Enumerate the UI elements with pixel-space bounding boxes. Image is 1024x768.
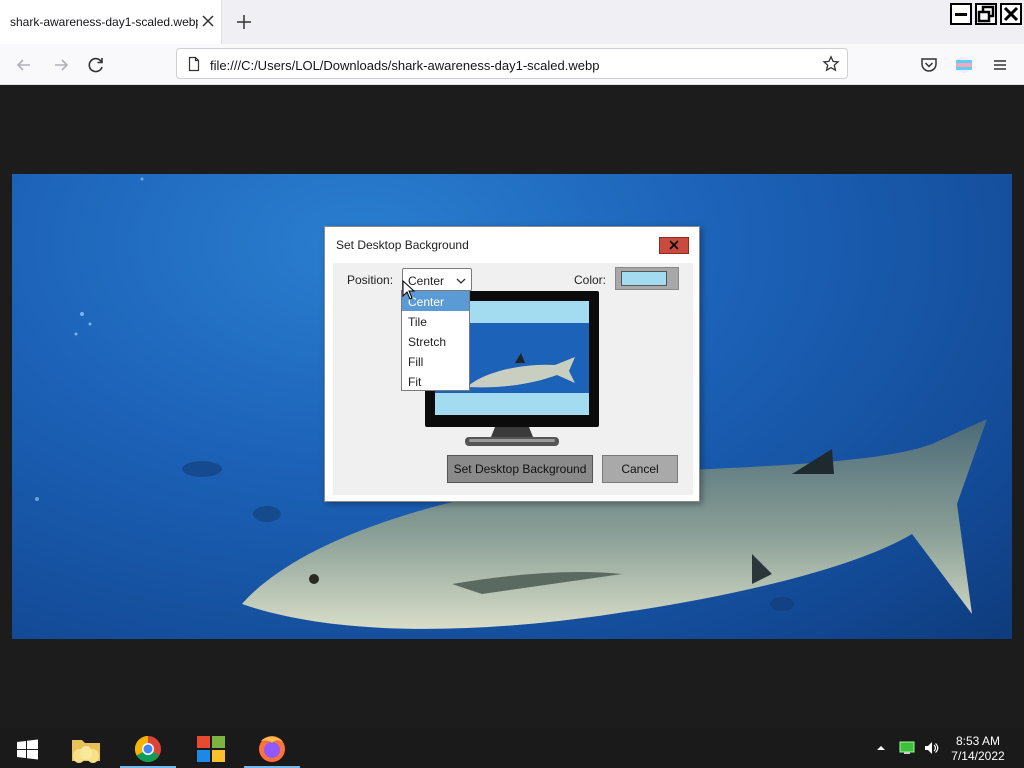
close-icon — [1003, 6, 1019, 22]
menu-icon[interactable] — [989, 54, 1011, 76]
chrome-button[interactable] — [120, 730, 176, 768]
set-desktop-background-dialog: Set Desktop Background Position: Center … — [324, 226, 700, 502]
system-clock[interactable]: 8:53 AM 7/14/2022 — [940, 734, 1016, 764]
set-desktop-background-button[interactable]: Set Desktop Background — [447, 455, 593, 483]
position-label: Position: — [347, 273, 394, 287]
volume-icon[interactable] — [923, 740, 939, 756]
option-fill[interactable]: Fill — [402, 351, 469, 371]
show-hidden-icons-icon[interactable] — [873, 740, 889, 756]
new-tab-icon[interactable] — [234, 12, 254, 32]
back-icon[interactable] — [13, 54, 35, 76]
file-explorer-button[interactable] — [58, 730, 114, 768]
start-icon — [17, 739, 38, 760]
tab-close-icon[interactable] — [200, 13, 216, 29]
chrome-icon — [134, 735, 161, 763]
url-bar[interactable]: file:///C:/Users/LOL/Downloads/shark-awa… — [176, 48, 848, 79]
pocket-icon[interactable] — [918, 54, 940, 76]
chevron-down-icon — [456, 278, 466, 284]
start-button[interactable] — [0, 730, 56, 768]
close-window-button[interactable] — [1000, 3, 1022, 25]
position-dropdown-list: Center Tile Stretch Fill Fit — [401, 290, 470, 391]
url-text: file:///C:/Users/LOL/Downloads/shark-awa… — [210, 58, 600, 73]
network-icon[interactable] — [899, 740, 915, 756]
office-button[interactable] — [183, 730, 239, 768]
restore-icon — [977, 5, 995, 23]
option-fit[interactable]: Fit — [402, 371, 469, 391]
dialog-close-button[interactable] — [659, 237, 689, 254]
navigation-bar: file:///C:/Users/LOL/Downloads/shark-awa… — [0, 44, 1024, 85]
option-tile[interactable]: Tile — [402, 311, 469, 331]
tab-title: shark-awareness-day1-scaled.webp — [10, 15, 198, 29]
cancel-button[interactable]: Cancel — [602, 455, 678, 483]
firefox-button[interactable] — [244, 730, 300, 768]
color-picker-button[interactable] — [615, 267, 679, 290]
clock-date: 7/14/2022 — [951, 749, 1005, 763]
taskbar: 8:53 AM 7/14/2022 — [0, 728, 1024, 768]
clock-time: 8:53 AM — [955, 734, 1001, 748]
option-stretch[interactable]: Stretch — [402, 331, 469, 351]
file-explorer-icon — [72, 740, 100, 763]
reload-icon[interactable] — [85, 54, 107, 76]
account-icon[interactable] — [953, 54, 975, 76]
mouse-cursor-icon — [402, 280, 416, 300]
office-icon — [197, 736, 225, 762]
dialog-title: Set Desktop Background — [336, 238, 469, 252]
firefox-icon — [259, 736, 285, 762]
forward-icon[interactable] — [50, 54, 72, 76]
restore-button[interactable] — [975, 3, 997, 25]
minimize-icon — [955, 13, 967, 16]
color-swatch — [621, 271, 667, 286]
minimize-button[interactable] — [950, 3, 972, 25]
page-icon — [188, 56, 200, 72]
close-icon — [669, 240, 679, 250]
tab-bar: shark-awareness-day1-scaled.webp — [0, 0, 1024, 44]
browser-tab[interactable]: shark-awareness-day1-scaled.webp — [0, 0, 222, 44]
bookmark-star-icon[interactable] — [822, 55, 840, 73]
color-label: Color: — [574, 273, 607, 287]
dialog-body: Position: Center Color: Set Desktop Back… — [333, 263, 693, 495]
